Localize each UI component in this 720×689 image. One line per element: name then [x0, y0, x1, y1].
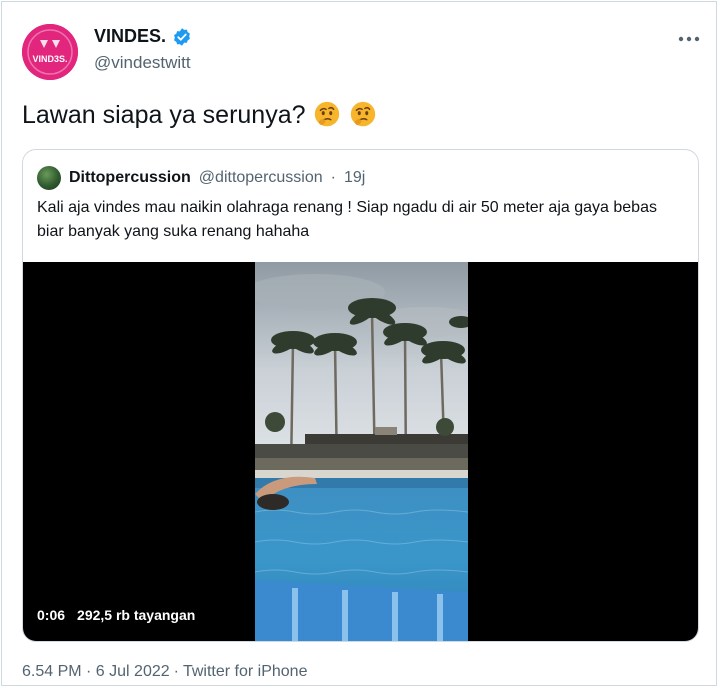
tweet-footer: 6.54 PM · 6 Jul 2022 · Twitter for iPhon… [22, 663, 307, 681]
footer-separator: · [173, 663, 179, 680]
pool-scene-image [255, 262, 468, 641]
more-options-button[interactable] [676, 26, 702, 52]
quoted-tweet[interactable]: Dittopercussion @dittopercussion · 19j K… [22, 149, 699, 642]
verified-badge-icon [174, 27, 190, 46]
vindes-logo-icon: VIND3S. [22, 24, 78, 80]
avatar-label: VIND3S. [32, 54, 67, 64]
quoted-author-handle[interactable]: @dittopercussion [199, 169, 323, 187]
more-dots-icon [678, 36, 700, 42]
quoted-separator: · [330, 169, 336, 186]
author-name-row[interactable]: VINDES. [94, 26, 192, 47]
quoted-tweet-text: Kali aja vindes mau naikin olahraga rena… [37, 199, 657, 240]
author-handle[interactable]: @vindestwitt [94, 53, 191, 73]
tweet-text-content: Lawan siapa ya serunya? [22, 100, 306, 129]
video-meta: 0:06 292,5 rb tayangan [37, 607, 195, 623]
video-duration: 0:06 [37, 607, 66, 623]
tweet-text: Lawan siapa ya serunya? [22, 100, 378, 130]
quoted-author-name[interactable]: Dittopercussion [69, 169, 191, 187]
thinking-face-icon [314, 101, 339, 127]
quoted-tweet-header: Dittopercussion @dittopercussion · 19j [37, 166, 365, 190]
video-views: 292,5 rb tayangan [77, 607, 196, 623]
thinking-face-icon [350, 101, 375, 127]
avatar[interactable]: VIND3S. [22, 24, 78, 80]
tweet-timestamp[interactable]: 6.54 PM · 6 Jul 2022 [22, 663, 170, 681]
video-frame [255, 262, 468, 641]
quoted-avatar[interactable] [37, 166, 61, 190]
quoted-time[interactable]: 19j [344, 169, 365, 187]
tweet-source[interactable]: Twitter for iPhone [183, 663, 308, 681]
video-player[interactable]: 0:06 292,5 rb tayangan [23, 262, 698, 641]
author-name[interactable]: VINDES. [94, 26, 166, 47]
